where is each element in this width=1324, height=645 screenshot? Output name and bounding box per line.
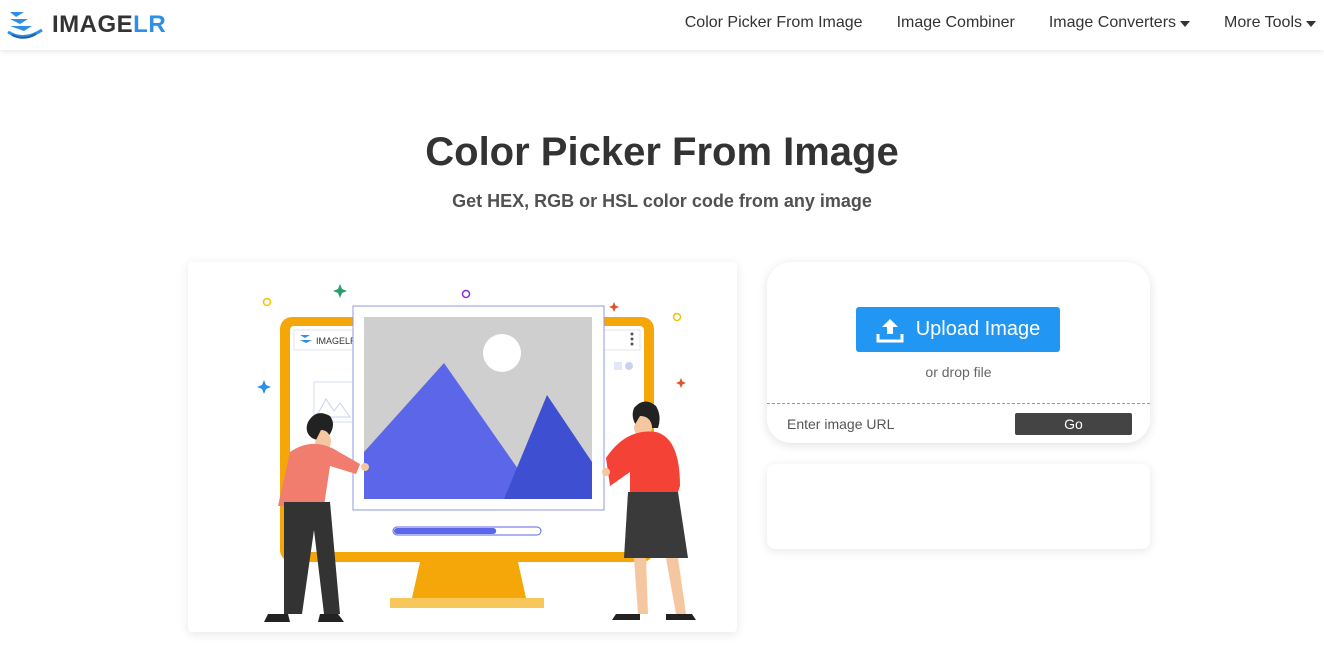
nav-label: More Tools xyxy=(1224,14,1302,31)
upload-image-button[interactable]: Upload Image xyxy=(856,307,1060,352)
color-result-panel xyxy=(767,464,1150,549)
nav-image-combiner[interactable]: Image Combiner xyxy=(897,14,1015,32)
logo-wordmark: IMAGELR xyxy=(52,11,167,38)
page-title: Color Picker From Image xyxy=(425,130,899,174)
nav-more-tools[interactable]: More Tools xyxy=(1224,14,1316,32)
nav-label: Image Converters xyxy=(1048,14,1177,31)
hero-illustration: IMAGELR xyxy=(257,284,696,622)
caret-down-icon xyxy=(1306,21,1316,27)
illustration-progress-fill xyxy=(394,528,497,534)
main-nav: Color Picker From Image Image Combiner I… xyxy=(685,0,1316,46)
nav-color-picker[interactable]: Color Picker From Image xyxy=(685,14,863,32)
site-logo[interactable]: IMAGELR xyxy=(6,8,166,42)
upload-icon xyxy=(876,318,904,342)
nav-label: Image Combiner xyxy=(896,14,1015,31)
mini-logo-text: IMAGELR xyxy=(316,336,357,346)
illustration-card: IMAGELR xyxy=(188,262,737,632)
upload-button-label: Upload Image xyxy=(915,318,1041,340)
upload-card: Upload Image or drop file Go xyxy=(767,262,1150,443)
page-subtitle: Get HEX, RGB or HSL color code from any … xyxy=(452,191,872,211)
top-navbar: IMAGELR Color Picker From Image Image Co… xyxy=(0,0,1324,50)
nav-label: Color Picker From Image xyxy=(684,14,863,31)
imagelr-logo-icon xyxy=(7,12,43,39)
drop-file-hint: or drop file xyxy=(925,364,992,380)
go-button[interactable]: Go xyxy=(1015,413,1132,435)
image-url-input[interactable] xyxy=(785,412,1009,436)
url-divider xyxy=(767,403,1150,404)
caret-down-icon xyxy=(1180,21,1191,27)
nav-image-converters[interactable]: Image Converters xyxy=(1048,14,1191,32)
